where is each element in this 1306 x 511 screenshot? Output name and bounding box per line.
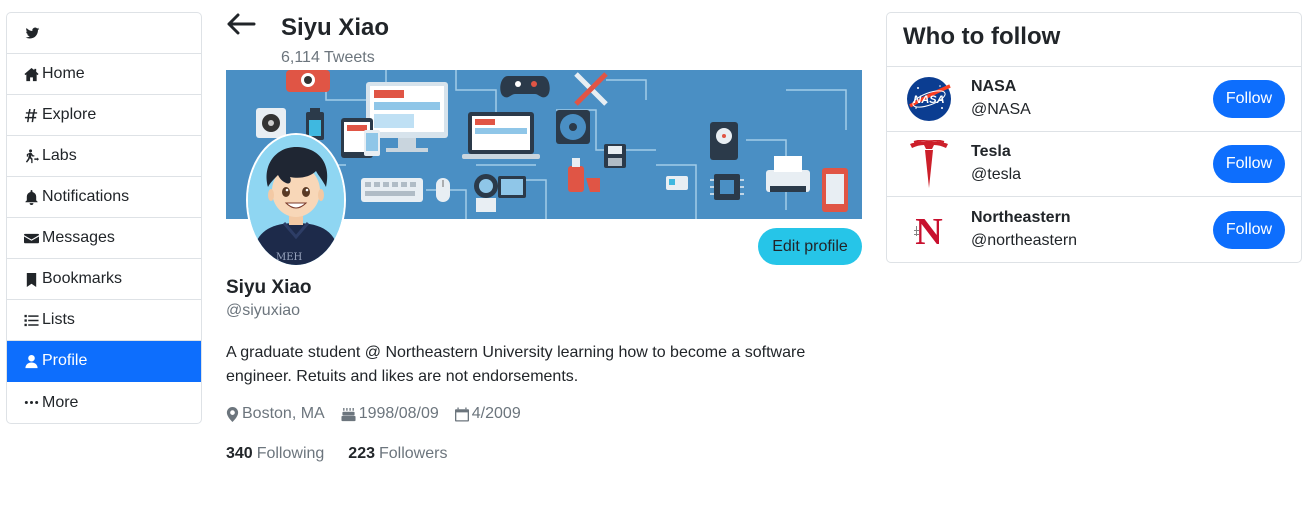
location-text: Boston, MA — [242, 405, 325, 422]
nav-item-label: Home — [42, 65, 85, 82]
followers-stat[interactable]: 223 Followers — [348, 445, 447, 463]
profile-name: Siyu Xiao — [226, 277, 312, 298]
nav-item-label: Lists — [42, 311, 75, 328]
profile-header: Siyu Xiao 6,114 Tweets — [226, 0, 862, 70]
nasa-logo-text: NASA — [913, 94, 944, 106]
map-pin-icon — [226, 406, 239, 422]
birthday-text: 1998/08/09 — [358, 405, 439, 422]
follow-suggestion: NASA NASA @NASA Follow — [887, 67, 1301, 132]
list-icon — [23, 312, 39, 328]
nav-item-more[interactable]: More — [7, 382, 201, 423]
birthday-cake-icon — [341, 407, 356, 421]
twitter-icon — [24, 25, 40, 41]
suggestion-name: NASA — [971, 78, 1017, 95]
hashtag-icon — [23, 107, 39, 123]
follow-button[interactable]: Follow — [1213, 145, 1285, 183]
suggestion-handle: @tesla — [971, 166, 1022, 183]
nav-item-home[interactable]: Home — [7, 54, 201, 95]
nav-item-bookmarks[interactable]: Bookmarks — [7, 259, 201, 300]
profile-bio: A graduate student @ Northeastern Univer… — [226, 344, 806, 385]
following-stat[interactable]: 340 Following — [226, 445, 324, 463]
tweet-count: 6,114 Tweets — [281, 49, 375, 66]
profile-meta: Boston, MA 1998/08/09 4/2009 — [226, 405, 537, 423]
nav-item-lists[interactable]: Lists — [7, 300, 201, 341]
nav-item-notifications[interactable]: Notifications — [7, 177, 201, 218]
suggestion-name: Northeastern — [971, 208, 1071, 226]
nav-item-label: Labs — [42, 147, 77, 164]
who-to-follow-title: Who to follow — [887, 13, 1301, 67]
location: Boston, MA — [226, 405, 325, 423]
following-count: 340 — [226, 445, 253, 462]
suggestion-handle: @NASA — [971, 101, 1031, 118]
follow-button[interactable]: Follow — [1213, 80, 1285, 118]
home-icon — [23, 66, 39, 82]
nav-item-label: Messages — [42, 229, 115, 246]
nav-item-profile[interactable]: Profile — [7, 341, 201, 382]
following-label: Following — [256, 445, 325, 462]
nav-item-label: Bookmarks — [42, 270, 123, 287]
follow-stats: 340 Following 223 Followers — [226, 445, 471, 463]
joined-date: 4/2009 — [454, 405, 521, 423]
nasa-logo: NASA — [905, 75, 953, 123]
suggestion-name: Tesla — [971, 143, 1011, 160]
suggestion-info: Tesla @tesla — [971, 141, 1213, 187]
nav-item-messages[interactable]: Messages — [7, 218, 201, 259]
suggestion-handle: @northeastern — [971, 231, 1078, 249]
user-icon — [23, 353, 39, 369]
tesla-logo — [905, 140, 953, 188]
sidebar-nav: Home Explore Labs Notifications Messages… — [6, 12, 202, 424]
northeastern-logo-text: N — [915, 211, 942, 250]
page-title: Siyu Xiao — [281, 14, 390, 41]
nav-item-explore[interactable]: Explore — [7, 95, 201, 136]
nav-item-label: More — [42, 393, 79, 411]
calendar-icon — [454, 407, 469, 421]
profile-handle: @siyuxiao — [226, 302, 301, 319]
bookmark-icon — [23, 271, 39, 287]
nav-item-label: Explore — [42, 106, 97, 123]
northeastern-logo: N — [905, 206, 953, 254]
who-to-follow-panel: Who to follow NASA NASA @NASA Follow Tes… — [886, 12, 1302, 263]
avatar-text: MEH — [276, 252, 303, 263]
nav-item-label: Notifications — [42, 188, 130, 205]
birthday: 1998/08/09 — [341, 405, 439, 423]
edit-profile-button[interactable]: Edit profile — [758, 228, 862, 265]
back-arrow-icon[interactable] — [226, 12, 256, 36]
followers-count: 223 — [348, 445, 375, 462]
nav-item-label: Profile — [42, 352, 88, 369]
followers-label: Followers — [379, 445, 448, 462]
suggestion-info: Northeastern @northeastern — [971, 207, 1213, 253]
nav-twitter-logo[interactable] — [7, 13, 201, 54]
avatar-illustration: MEH — [248, 135, 344, 265]
nav-item-labs[interactable]: Labs — [7, 136, 201, 177]
follow-button[interactable]: Follow — [1213, 210, 1285, 249]
follow-suggestion: Tesla @tesla Follow — [887, 132, 1301, 197]
ellipsis-icon — [23, 395, 39, 411]
profile-avatar: MEH — [246, 133, 346, 267]
bell-icon — [23, 189, 39, 205]
profile-main: Siyu Xiao 6,114 Tweets MEH Edit profile … — [226, 0, 862, 462]
person-running-icon — [23, 148, 39, 164]
envelope-icon — [23, 230, 39, 246]
suggestion-info: NASA @NASA — [971, 76, 1213, 122]
follow-suggestion: N Northeastern @northeastern Follow — [887, 197, 1301, 262]
joined-text: 4/2009 — [471, 405, 521, 422]
